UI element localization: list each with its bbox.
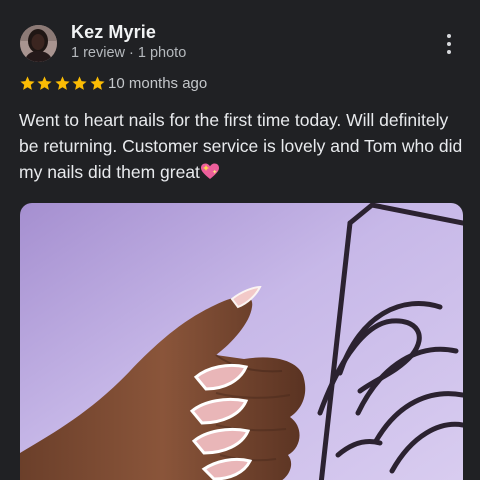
review-time: 10 months ago (108, 75, 208, 92)
more-options-dot-icon (447, 34, 451, 38)
avatar-photo (20, 25, 57, 62)
sparkling-heart-icon (200, 162, 220, 188)
more-options-button[interactable] (440, 32, 458, 56)
more-options-dot-icon (447, 50, 451, 54)
star-icon (37, 76, 52, 90)
more-options-dot-icon (447, 42, 451, 46)
star-icon (72, 76, 87, 90)
nails-photo (20, 203, 463, 480)
review-card: Kez Myrie 1 review · 1 photo 10 months a… (0, 0, 480, 480)
review-photo[interactable] (20, 203, 463, 480)
star-icon (20, 76, 35, 90)
avatar[interactable] (20, 25, 57, 62)
review-text: Went to heart nails for the first time t… (19, 107, 464, 188)
review-text-content: Went to heart nails for the first time t… (19, 110, 463, 182)
star-icon (89, 76, 105, 90)
reviewer-name[interactable]: Kez Myrie (71, 22, 156, 43)
star-rating (19, 75, 106, 93)
reviewer-meta: 1 review · 1 photo (71, 45, 187, 61)
star-icon (55, 76, 70, 90)
